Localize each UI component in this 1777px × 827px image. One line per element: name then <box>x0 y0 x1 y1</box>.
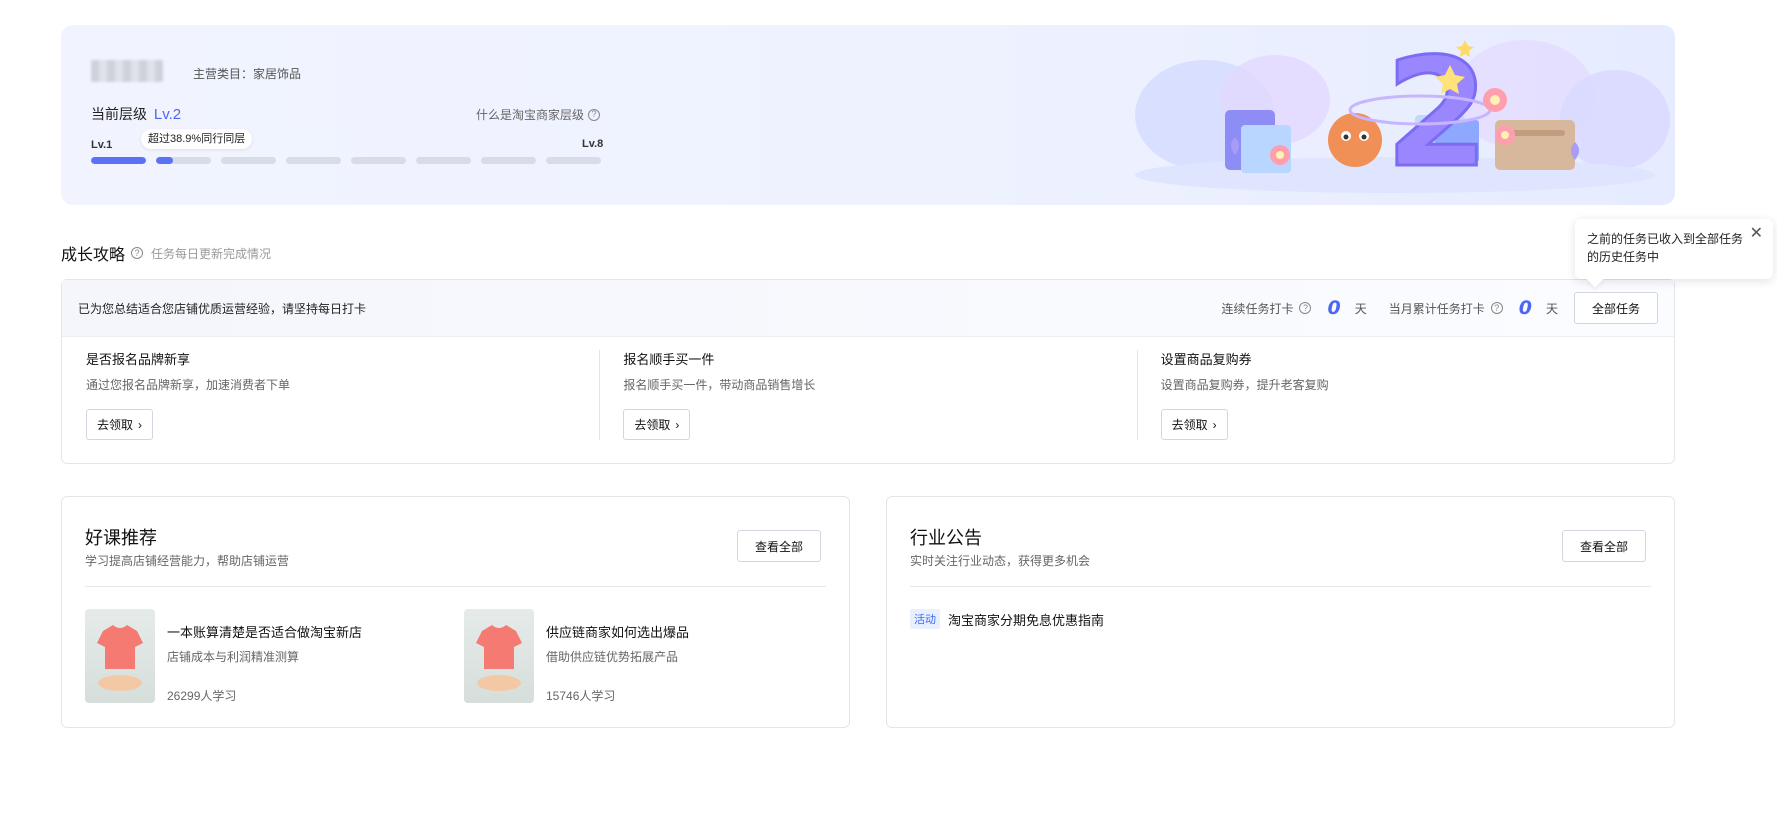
task-name: 报名顺手买一件 <box>623 352 715 367</box>
course-students: 26299人学习 <box>167 689 237 703</box>
task-name: 设置商品复购券 <box>1160 352 1252 367</box>
claim-button-label: 去领取 <box>634 418 671 432</box>
close-icon[interactable]: ✕ <box>1750 225 1763 243</box>
task-card-header: 已为您总结适合您店铺优质运营经验，请坚持每日打卡 连续任务打卡 ? 0 天 当月… <box>62 280 1674 337</box>
level-segment <box>481 157 536 164</box>
monthly-unit: 天 <box>1545 301 1558 316</box>
monthly-value: 0 <box>1518 297 1532 319</box>
help-icon[interactable]: ? <box>1299 302 1312 314</box>
industry-notice-card: 行业公告 实时关注行业动态，获得更多机会 查看全部 活动 淘宝商家分期免息优惠指… <box>886 496 1675 728</box>
course-desc: 店铺成本与利润精准测算 <box>167 650 300 664</box>
claim-button[interactable]: 去领取 › <box>623 409 691 440</box>
level-segment <box>286 157 341 164</box>
task-item: 报名顺手买一件 报名顺手买一件，带动商品销售增长 去领取 › <box>599 349 1136 453</box>
task-desc: 报名顺手买一件，带动商品销售增长 <box>623 378 816 392</box>
course-desc: 借助供应链优势拓展产品 <box>546 650 679 664</box>
level-segment <box>546 157 601 164</box>
level-segment <box>221 157 276 164</box>
view-all-notices-button[interactable]: 查看全部 <box>1562 530 1646 562</box>
notice-tag: 活动 <box>910 609 940 629</box>
help-icon[interactable]: ? <box>131 247 144 259</box>
view-all-courses-button[interactable]: 查看全部 <box>737 530 821 562</box>
card-subtitle: 实时关注行业动态，获得更多机会 <box>910 554 1091 568</box>
level-illustration: 2 <box>1135 26 1670 203</box>
current-level-value: Lv.2 <box>153 106 182 123</box>
claim-button-label: 去领取 <box>97 418 134 432</box>
main-category: 主营类目：家居饰品 <box>193 67 302 81</box>
streak-unit: 天 <box>1354 301 1367 316</box>
course-item[interactable]: 一本账算清楚是否适合做淘宝新店 店铺成本与利润精准测算 26299人学习 <box>85 609 362 704</box>
card-subtitle: 学习提高店铺经营能力，帮助店铺运营 <box>85 554 290 568</box>
course-students: 15746人学习 <box>546 689 616 703</box>
current-level: 当前层级 Lv.2 <box>91 104 181 124</box>
task-desc: 设置商品复购券，提升老客复购 <box>1160 378 1329 392</box>
course-recommend-card: 好课推荐 学习提高店铺经营能力，帮助店铺运营 查看全部 一本账算清楚是否适合做淘… <box>61 496 850 728</box>
divider <box>85 586 826 587</box>
monthly-label: 当月累计任务打卡 <box>1388 301 1485 316</box>
course-item[interactable]: 供应链商家如何选出爆品 借助供应链优势拓展产品 15746人学习 <box>464 609 689 704</box>
claim-button[interactable]: 去领取 › <box>1160 409 1228 440</box>
course-name: 一本账算清楚是否适合做淘宝新店 <box>167 625 363 640</box>
streak-label: 连续任务打卡 <box>1221 301 1294 316</box>
shop-name-blurred <box>91 60 163 82</box>
growth-subtitle: 任务每日更新完成情况 <box>151 246 272 261</box>
level-banner: 主营类目：家居饰品 当前层级 Lv.2 什么是淘宝商家层级 ? Lv.1 Lv.… <box>61 25 1675 205</box>
all-tasks-button[interactable]: 全部任务 <box>1574 292 1658 324</box>
growth-task-card: 已为您总结适合您店铺优质运营经验，请坚持每日打卡 连续任务打卡 ? 0 天 当月… <box>61 279 1675 464</box>
growth-title: 成长攻略 <box>61 247 126 264</box>
claim-button-label: 去领取 <box>1171 418 1208 432</box>
claim-button[interactable]: 去领取 › <box>86 409 154 440</box>
level-progress <box>91 157 601 164</box>
chevron-right-icon: › <box>1212 417 1217 432</box>
chevron-right-icon: › <box>138 417 143 432</box>
level-segment <box>91 157 146 164</box>
history-tasks-popover: 之前的任务已收入到全部任务的历史任务中 ✕ <box>1575 219 1773 288</box>
tshirt-icon <box>97 625 143 691</box>
divider <box>910 586 1651 587</box>
level-start-label: Lv.1 <box>91 139 113 151</box>
task-intro-text: 已为您总结适合您店铺优质运营经验，请坚持每日打卡 <box>78 301 367 316</box>
level-segment <box>156 157 211 164</box>
course-info: 供应链商家如何选出爆品 借助供应链优势拓展产品 15746人学习 <box>546 609 689 704</box>
what-is-level-link[interactable]: 什么是淘宝商家层级 ? <box>476 106 601 123</box>
streak-value: 0 <box>1327 297 1341 319</box>
help-icon: ? <box>588 108 601 121</box>
what-is-level-text: 什么是淘宝商家层级 <box>476 108 585 122</box>
help-icon[interactable]: ? <box>1490 302 1503 314</box>
card-title: 行业公告 <box>910 528 982 548</box>
task-desc: 通过您报名品牌新享，加速消费者下单 <box>86 378 291 392</box>
level-segment <box>351 157 406 164</box>
tshirt-icon <box>476 625 522 691</box>
notice-item[interactable]: 活动 淘宝商家分期免息优惠指南 <box>910 609 1104 629</box>
level-segment <box>416 157 471 164</box>
level-number-graphic: 2 <box>1385 27 1489 201</box>
course-thumbnail <box>85 609 155 703</box>
popover-text: 之前的任务已收入到全部任务的历史任务中 <box>1587 232 1744 264</box>
task-item: 是否报名品牌新享 通过您报名品牌新享，加速消费者下单 去领取 › <box>62 349 599 453</box>
current-level-label: 当前层级 <box>91 106 147 122</box>
checkin-stats: 连续任务打卡 ? 0 天 当月累计任务打卡 ? 0 天 全部任务 <box>1221 292 1658 324</box>
course-info: 一本账算清楚是否适合做淘宝新店 店铺成本与利润精准测算 26299人学习 <box>167 609 362 704</box>
course-name: 供应链商家如何选出爆品 <box>546 625 690 640</box>
peer-comparison-bubble: 超过38.9%同行同层 <box>141 129 253 149</box>
growth-section-header: 成长攻略 ? 任务每日更新完成情况 <box>61 241 271 265</box>
card-title: 好课推荐 <box>85 528 157 548</box>
course-thumbnail <box>464 609 534 703</box>
level-end-label: Lv.8 <box>582 138 604 150</box>
task-item: 设置商品复购券 设置商品复购券，提升老客复购 去领取 › <box>1136 349 1674 453</box>
chevron-right-icon: › <box>675 417 680 432</box>
task-list: 是否报名品牌新享 通过您报名品牌新享，加速消费者下单 去领取 › 报名顺手买一件… <box>62 337 1674 453</box>
notice-text: 淘宝商家分期免息优惠指南 <box>948 612 1105 628</box>
task-name: 是否报名品牌新享 <box>86 352 191 367</box>
